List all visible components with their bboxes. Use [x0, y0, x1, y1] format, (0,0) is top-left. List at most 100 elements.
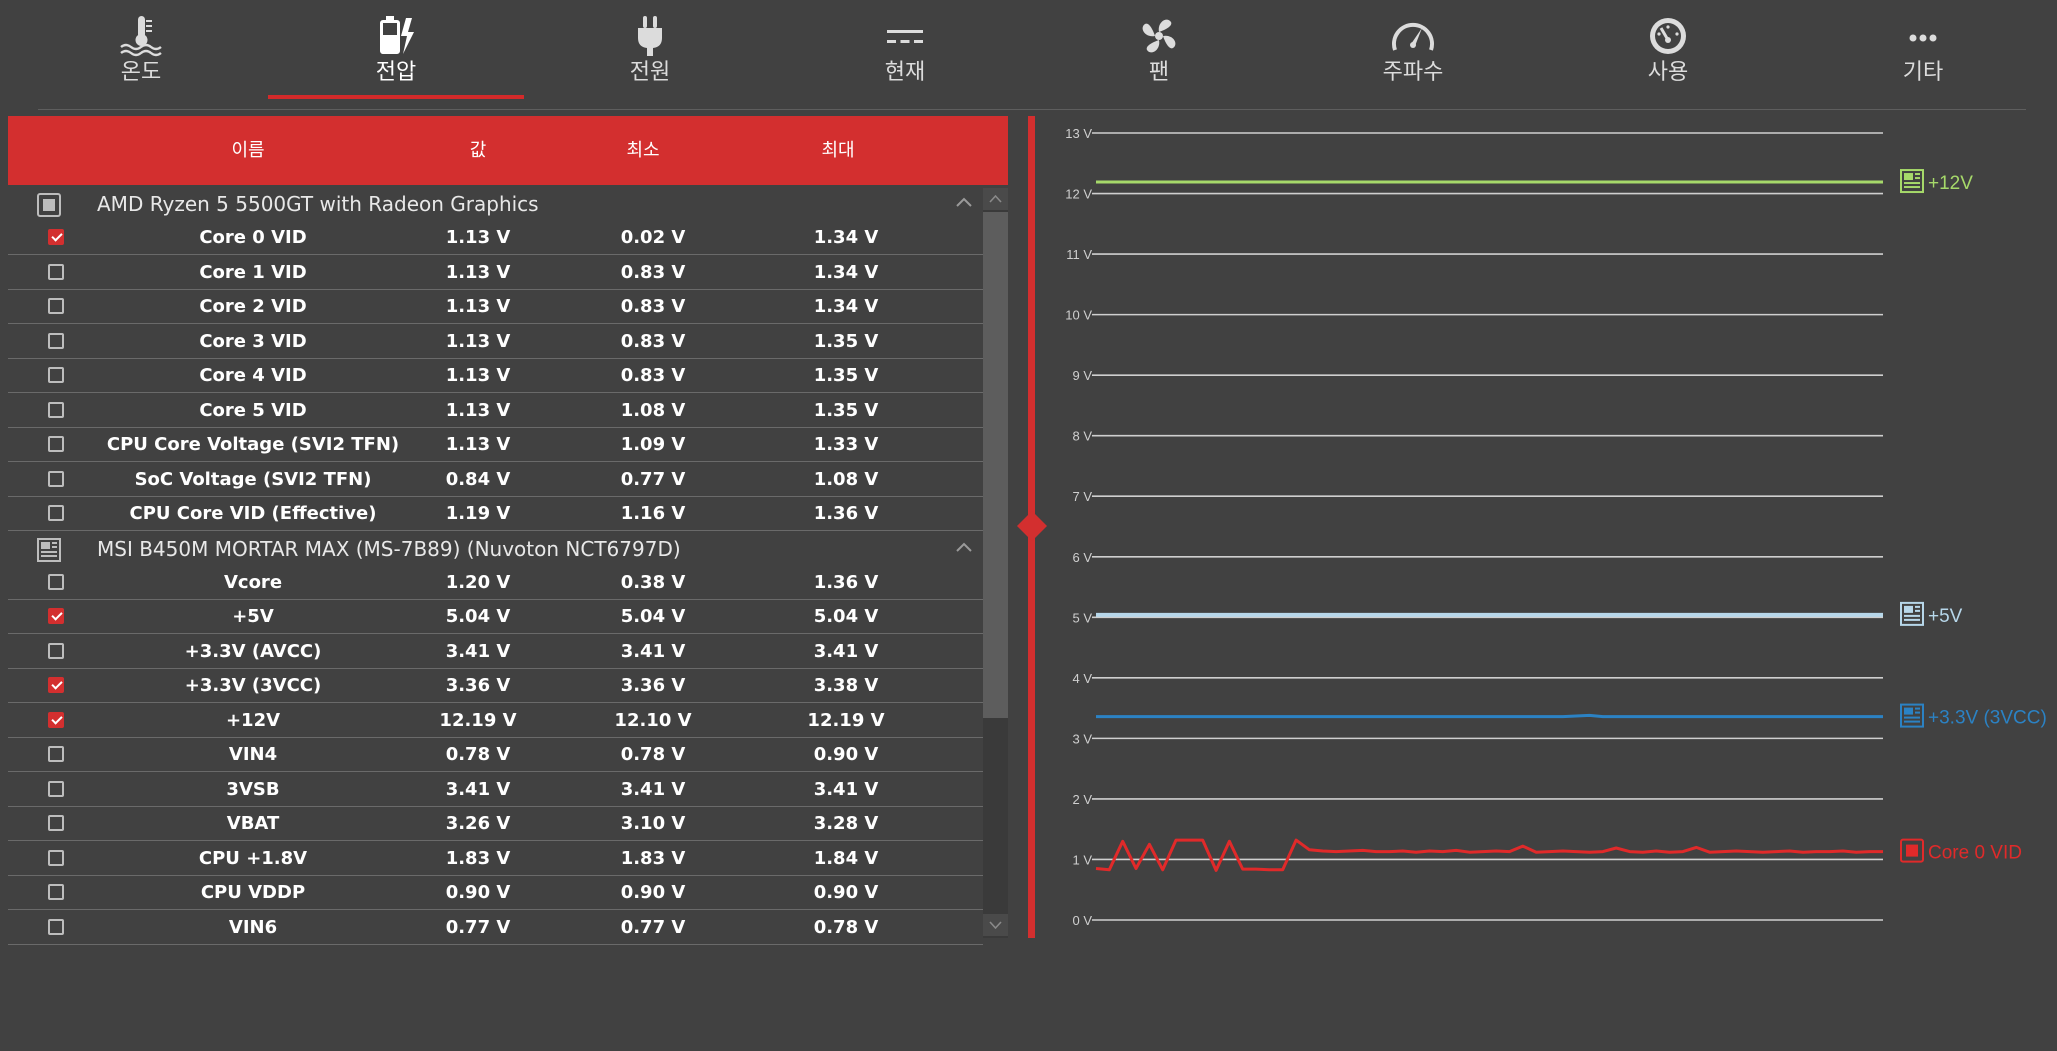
sensor-row[interactable]: SoC Voltage (SVI2 TFN) 0.84 V 0.77 V 1.08 V: [8, 463, 983, 497]
tab-speedometer[interactable]: 주파수: [1285, 0, 1541, 100]
sensor-value: 12.19 V: [439, 709, 517, 731]
y-tick-label: 0 V: [1072, 913, 1092, 928]
plot-checkbox[interactable]: [48, 746, 64, 762]
sensor-min: 3.36 V: [620, 675, 686, 696]
sensor-name: Core 1 VID: [199, 261, 307, 283]
sensor-value: 1.13 V: [445, 296, 511, 317]
scroll-up-arrow-icon[interactable]: [983, 188, 1008, 210]
y-tick-label: 5 V: [1072, 610, 1092, 625]
sensor-name: Core 2 VID: [199, 296, 307, 317]
sensor-max: 1.35 V: [813, 330, 879, 352]
plot-checkbox[interactable]: [48, 677, 64, 693]
sensor-row[interactable]: Core 2 VID 1.13 V 0.83 V 1.34 V: [8, 290, 983, 324]
sensor-min: 0.83 V: [620, 261, 686, 283]
sensor-row[interactable]: Core 4 VID 1.13 V 0.83 V 1.35 V: [8, 359, 983, 393]
sensor-row[interactable]: VIN6 0.77 V 0.77 V 0.78 V: [8, 911, 983, 945]
sensor-min: 5.04 V: [620, 606, 686, 627]
plot-checkbox[interactable]: [48, 298, 64, 314]
plot-checkbox[interactable]: [48, 332, 64, 349]
voltage-chart: 0 V 1 V 2 V 3 V 4 V 5 V 6 V 7 V 8 V 9 V 10 V 11 V 12…: [1040, 116, 2057, 946]
sensor-value: 1.13 V: [445, 330, 511, 352]
y-tick-label: 6 V: [1072, 550, 1092, 565]
sensor-value: 1.13 V: [445, 399, 511, 421]
sensor-row[interactable]: +3.3V (AVCC) 3.41 V 3.41 V 3.41 V: [8, 635, 983, 669]
sensor-max: 1.84 V: [813, 847, 879, 869]
sensor-row[interactable]: Vcore 1.20 V 0.38 V 1.36 V: [8, 566, 983, 600]
sensor-row[interactable]: Core 1 VID 1.13 V 0.83 V 1.34 V: [8, 256, 983, 290]
y-tick-label: 7 V: [1072, 489, 1092, 504]
column-header-max[interactable]: 최대: [748, 116, 928, 185]
plot-checkbox[interactable]: [48, 849, 64, 866]
plot-checkbox[interactable]: [48, 642, 64, 659]
series-legend-label: Core 0 VID: [1928, 843, 2022, 864]
plot-checkbox[interactable]: [48, 918, 64, 935]
sensor-row[interactable]: CPU +1.8V 1.83 V 1.83 V 1.84 V: [8, 842, 983, 876]
column-header-name[interactable]: 이름: [148, 116, 348, 185]
tab-gauge[interactable]: 사용: [1540, 0, 1796, 100]
sensor-name: SoC Voltage (SVI2 TFN): [134, 468, 372, 490]
sensor-row[interactable]: CPU Core Voltage (SVI2 TFN) 1.13 V 1.09 V 1…: [8, 428, 983, 462]
grid-scrollbar[interactable]: [983, 188, 1008, 938]
sensor-row[interactable]: Core 0 VID 1.13 V 0.02 V 1.34 V: [8, 221, 983, 255]
sensor-max: 3.41 V: [813, 778, 879, 800]
sensor-row[interactable]: VIN4 0.78 V 0.78 V 0.90 V: [8, 738, 983, 772]
sensor-max: 0.78 V: [813, 916, 879, 938]
sensor-name: VIN6: [228, 916, 278, 938]
sensor-row[interactable]: 3VSB 3.41 V 3.41 V 3.41 V: [8, 773, 983, 807]
sensor-max: 5.04 V: [813, 606, 879, 627]
sensor-max: 1.35 V: [813, 365, 879, 386]
plot-checkbox[interactable]: [48, 436, 64, 452]
scrollbar-thumb[interactable]: [983, 212, 1008, 718]
plot-checkbox[interactable]: [48, 263, 64, 280]
sensor-row[interactable]: CPU Core VID (Effective) 1.19 V 1.16 V 1.36…: [8, 497, 983, 531]
plot-checkbox[interactable]: [48, 608, 64, 624]
device-group-header[interactable]: AMD Ryzen 5 5500GT with Radeon Graphics: [8, 187, 983, 221]
column-header-min[interactable]: 최소: [553, 116, 733, 185]
sensor-max: 3.41 V: [813, 640, 879, 662]
sensor-value: 3.41 V: [445, 778, 511, 800]
tab-dc-current[interactable]: 현재: [777, 0, 1033, 100]
tab-thermometer-water[interactable]: 온도: [13, 0, 269, 100]
tab-fan[interactable]: 팬: [1031, 0, 1287, 100]
sensor-min: 0.78 V: [620, 744, 686, 765]
sensor-name: CPU Core Voltage (SVI2 TFN): [106, 434, 400, 455]
sensor-row[interactable]: CPU VDDP 0.90 V 0.90 V 0.90 V: [8, 876, 983, 910]
scroll-down-arrow-icon[interactable]: [983, 914, 1008, 936]
sensor-row[interactable]: +5V 5.04 V 5.04 V 5.04 V: [8, 600, 983, 634]
sensor-name: VBAT: [226, 813, 280, 834]
sensor-name: +12V: [225, 709, 281, 731]
sensor-row[interactable]: +12V 12.19 V 12.10 V 12.19 V: [8, 704, 983, 738]
collapse-chevron-icon[interactable]: [954, 193, 974, 213]
plot-checkbox[interactable]: [48, 505, 64, 521]
tab-plug[interactable]: 전원: [522, 0, 778, 100]
column-header-value[interactable]: 값: [388, 116, 568, 185]
plot-checkbox[interactable]: [48, 367, 64, 383]
sensor-min: 12.10 V: [614, 709, 692, 731]
collapse-chevron-icon[interactable]: [954, 538, 974, 558]
speedometer-icon: [1285, 14, 1541, 58]
sensor-max: 3.28 V: [813, 813, 879, 834]
y-tick-label: 10 V: [1065, 308, 1092, 323]
device-group-header[interactable]: MSI B450M MORTAR MAX (MS-7B89) (Nuvoton …: [8, 532, 983, 566]
plot-checkbox[interactable]: [48, 401, 64, 418]
tab-label: 주파수: [1382, 60, 1444, 85]
tab-battery-bolt[interactable]: 전압: [268, 0, 524, 100]
sensor-max: 3.38 V: [813, 675, 879, 696]
plot-checkbox[interactable]: [48, 884, 64, 900]
sensor-value: 1.19 V: [445, 503, 511, 524]
plot-checkbox[interactable]: [48, 780, 64, 797]
sensor-row[interactable]: +3.3V (3VCC) 3.36 V 3.36 V 3.38 V: [8, 669, 983, 703]
sensor-row[interactable]: Core 3 VID 1.13 V 0.83 V 1.35 V: [8, 325, 983, 359]
plot-checkbox[interactable]: [48, 229, 64, 245]
plot-checkbox[interactable]: [48, 815, 64, 831]
y-tick-label: 4 V: [1072, 671, 1092, 686]
plot-checkbox[interactable]: [48, 573, 64, 590]
sensor-row[interactable]: Core 5 VID 1.13 V 1.08 V 1.35 V: [8, 394, 983, 428]
sensor-min: 0.83 V: [620, 296, 686, 317]
sensor-name: +3.3V (3VCC): [184, 675, 322, 696]
plot-checkbox[interactable]: [48, 711, 64, 728]
tab-more-dots[interactable]: 기타: [1795, 0, 2051, 100]
plot-checkbox[interactable]: [48, 470, 64, 487]
sensor-row[interactable]: VBAT 3.26 V 3.10 V 3.28 V: [8, 807, 983, 841]
sensor-name: VIN4: [228, 744, 278, 765]
